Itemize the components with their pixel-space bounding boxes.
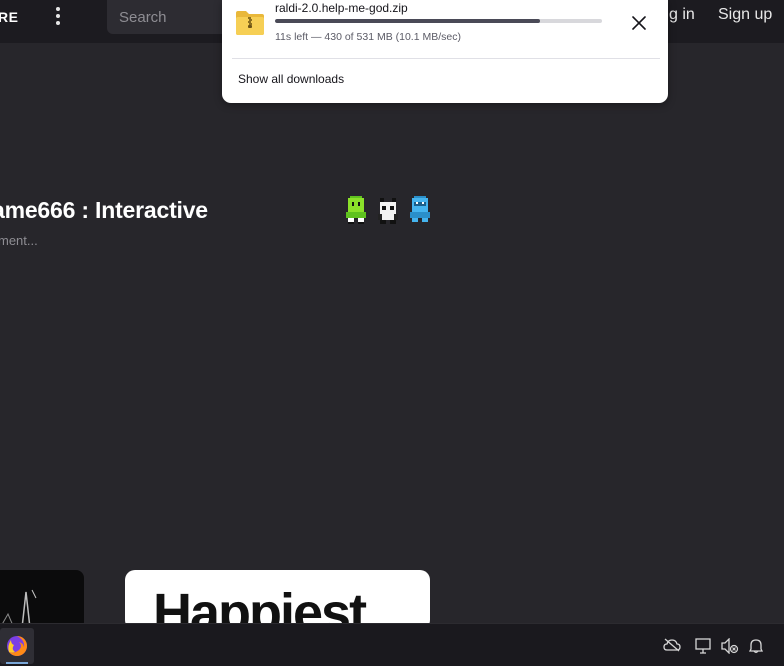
game-card-happiest[interactable]: Happiest	[125, 570, 430, 630]
show-all-downloads-link[interactable]: Show all downloads	[238, 72, 344, 86]
cloud-offline-icon[interactable]	[663, 638, 681, 652]
panda-sprite-icon	[376, 196, 400, 224]
volume-mute-icon[interactable]	[721, 638, 739, 654]
close-icon[interactable]	[628, 12, 650, 34]
blue-sprite-icon	[408, 196, 432, 224]
firefox-icon[interactable]	[0, 628, 34, 664]
download-status: 11s left — 430 of 531 MB (10.1 MB/sec)	[275, 31, 461, 43]
pixel-sprites	[344, 196, 432, 224]
site-logo[interactable]: RE	[0, 9, 18, 25]
page-subtitle: ment...	[0, 233, 38, 248]
download-filename[interactable]: raldi-2.0.help-me-god.zip	[275, 1, 408, 15]
zip-archive-icon	[235, 10, 265, 36]
downloads-panel: raldi-2.0.help-me-god.zip 11s left — 430…	[222, 0, 668, 103]
taskbar	[0, 623, 784, 666]
login-link[interactable]: g in	[669, 6, 695, 24]
display-icon[interactable]	[695, 638, 711, 654]
download-progress-fill	[275, 19, 540, 23]
signup-link[interactable]: Sign up	[718, 6, 772, 24]
panel-divider	[232, 58, 660, 59]
download-progress-bar	[275, 19, 602, 23]
active-app-indicator	[6, 662, 28, 664]
game-card-thumbnail[interactable]	[0, 570, 84, 630]
more-menu-icon[interactable]	[50, 6, 66, 26]
green-sprite-icon	[344, 196, 368, 224]
page-title: ame666 : Interactive	[0, 197, 208, 223]
notification-icon[interactable]	[748, 638, 764, 654]
